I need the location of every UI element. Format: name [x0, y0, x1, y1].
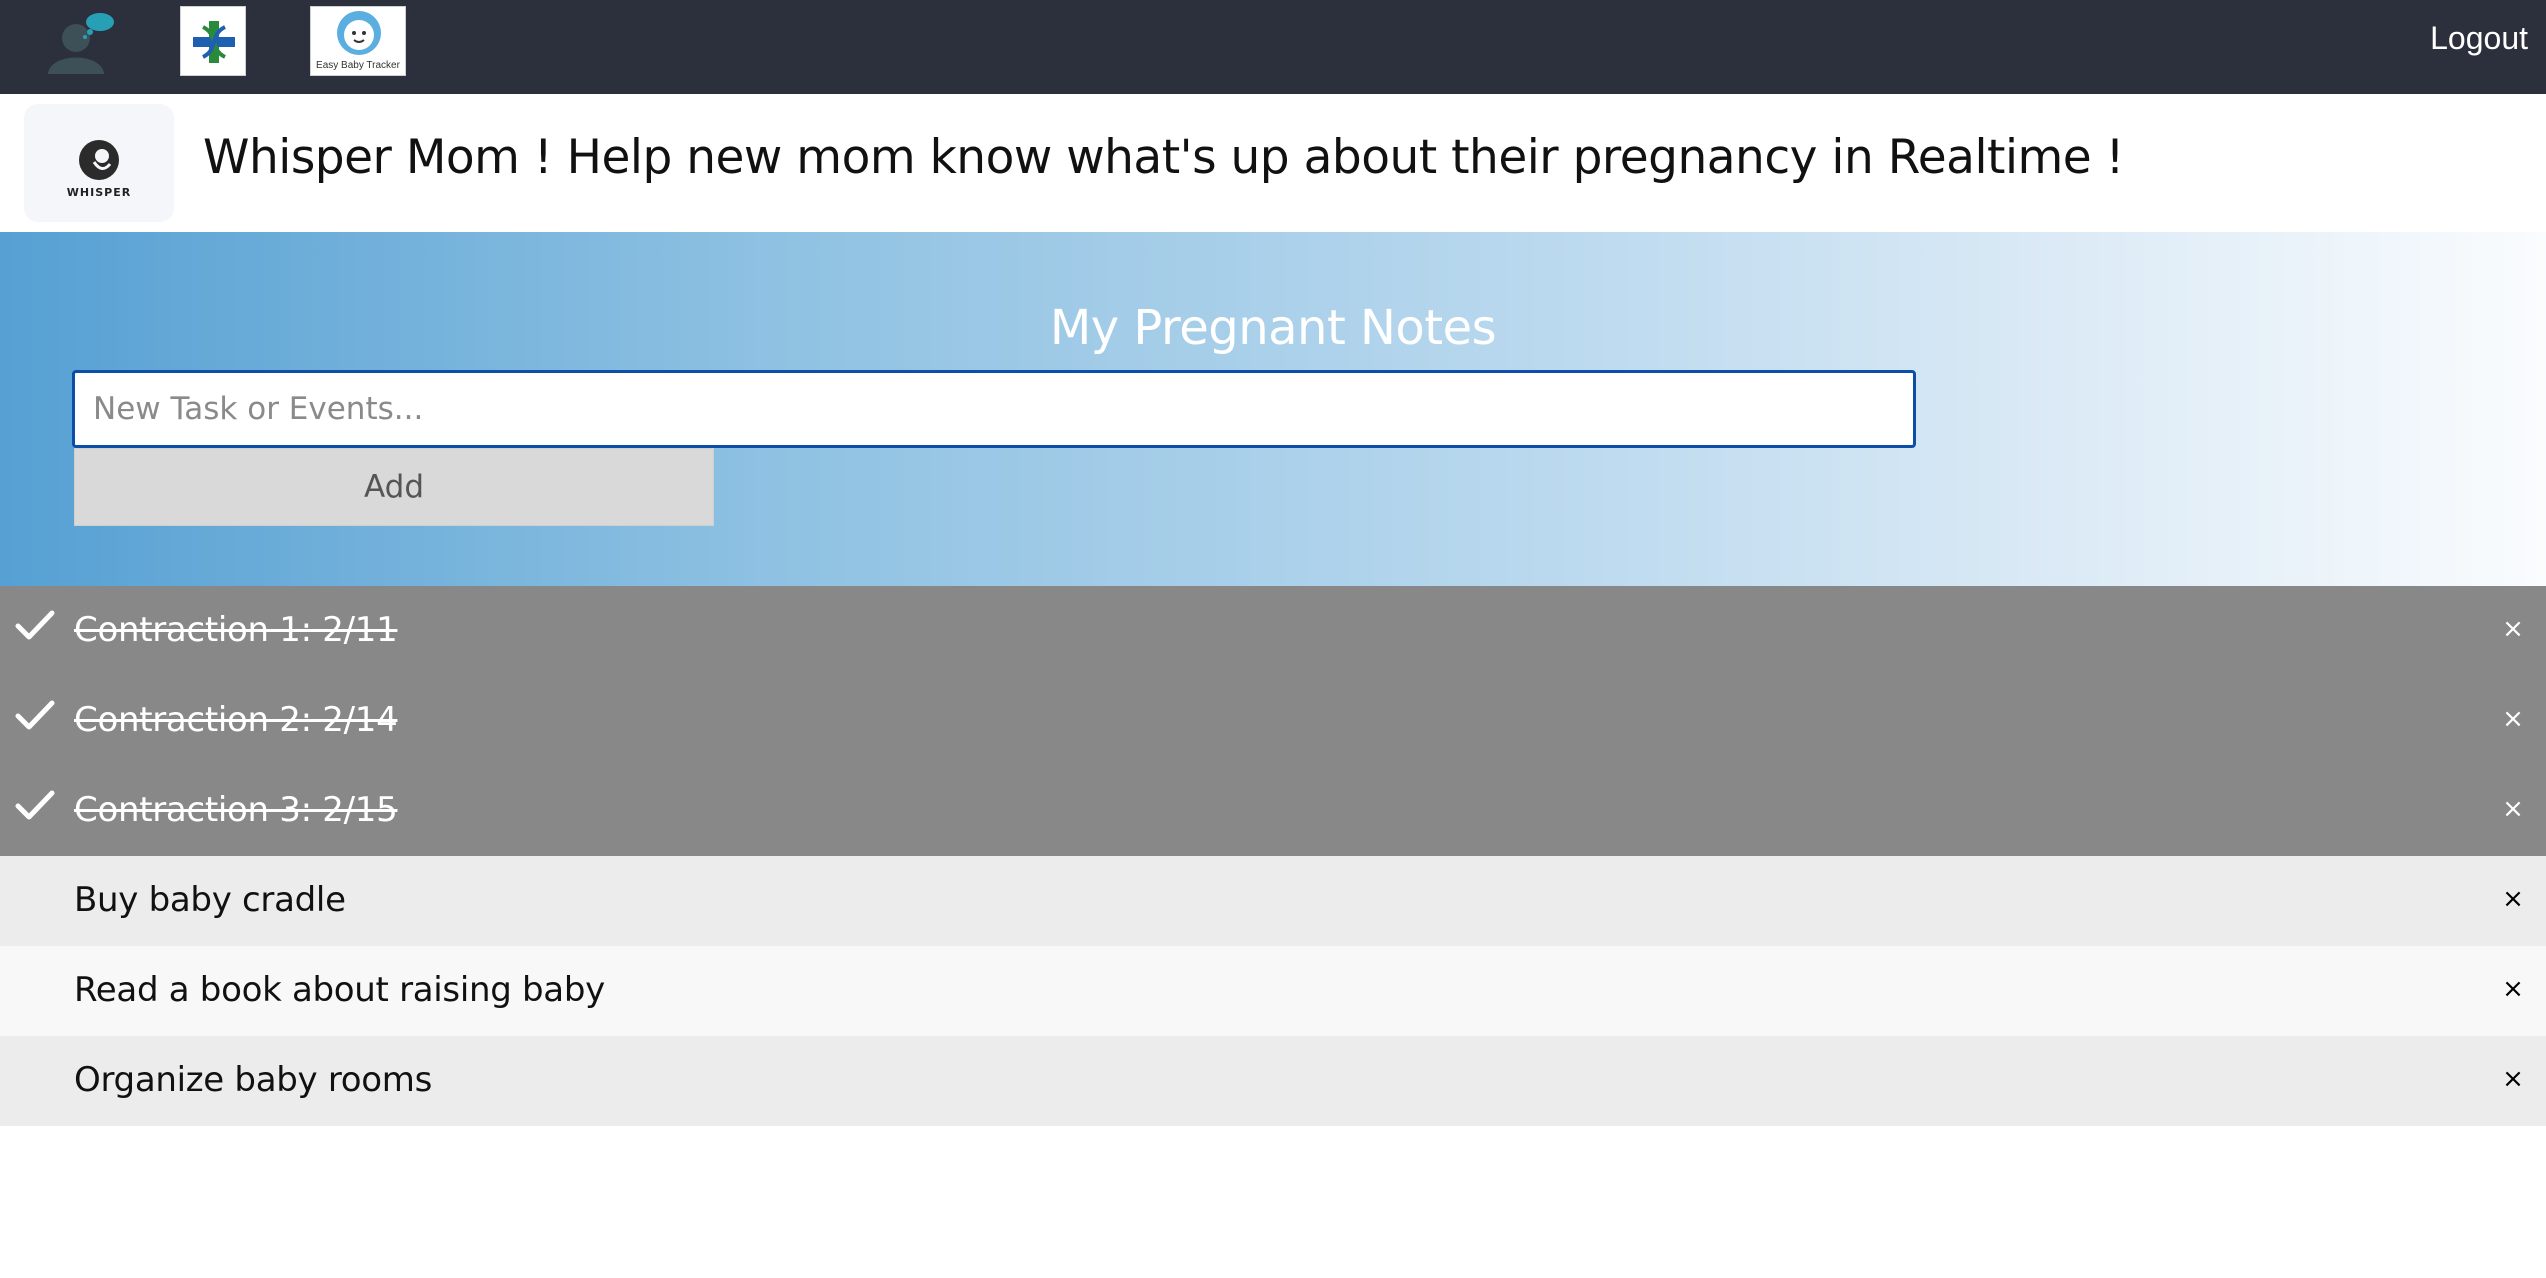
medical-cross-logo[interactable] [180, 6, 246, 76]
close-icon[interactable]: × [2498, 884, 2528, 914]
checkmark-icon [15, 790, 55, 820]
whisper-logo[interactable]: WHISPER [24, 104, 174, 222]
top-navbar: Easy Baby Tracker Logout [0, 0, 2546, 94]
add-task-button[interactable]: Add [74, 448, 714, 526]
new-task-input[interactable] [72, 370, 1916, 448]
whisper-logo-text: WHISPER [66, 186, 132, 199]
close-icon[interactable]: × [2498, 974, 2528, 1004]
close-icon[interactable]: × [2498, 1064, 2528, 1094]
task-text: Organize baby rooms [74, 1060, 433, 1100]
checkmark-icon [15, 610, 55, 640]
task-item[interactable]: Organize baby rooms × [0, 1036, 2546, 1126]
baby-tracker-caption: Easy Baby Tracker [316, 60, 400, 71]
task-text: Contraction 1: 2/11 [74, 610, 398, 650]
task-text: Buy baby cradle [74, 880, 346, 920]
easy-baby-tracker-logo[interactable]: Easy Baby Tracker [310, 6, 406, 76]
task-item[interactable]: Read a book about raising baby × [0, 946, 2546, 1036]
close-icon[interactable]: × [2498, 614, 2528, 644]
task-item[interactable]: Contraction 3: 2/15 × [0, 766, 2546, 856]
medical-cross-icon [193, 21, 235, 63]
baby-face-icon [337, 11, 381, 55]
task-text: Contraction 2: 2/14 [74, 700, 398, 740]
page-title: Whisper Mom ! Help new mom know what's u… [203, 130, 2125, 185]
notes-title: My Pregnant Notes [1049, 300, 1497, 356]
task-list: Contraction 1: 2/11 × Contraction 2: 2/14 ×… [0, 586, 2546, 1126]
task-text: Read a book about raising baby [74, 970, 605, 1010]
page-header: WHISPER Whisper Mom ! Help new mom know … [0, 94, 2546, 232]
task-text: Contraction 3: 2/15 [74, 790, 398, 830]
logout-link[interactable]: Logout [2430, 20, 2528, 57]
notes-input-panel: My Pregnant Notes Add [0, 232, 2546, 586]
close-icon[interactable]: × [2498, 704, 2528, 734]
user-avatar-icon[interactable] [40, 8, 120, 76]
checkmark-icon [15, 700, 55, 730]
task-item[interactable]: Contraction 1: 2/11 × [0, 586, 2546, 676]
task-item[interactable]: Contraction 2: 2/14 × [0, 676, 2546, 766]
close-icon[interactable]: × [2498, 794, 2528, 824]
mother-silhouette-icon [79, 140, 119, 180]
task-item[interactable]: Buy baby cradle × [0, 856, 2546, 946]
